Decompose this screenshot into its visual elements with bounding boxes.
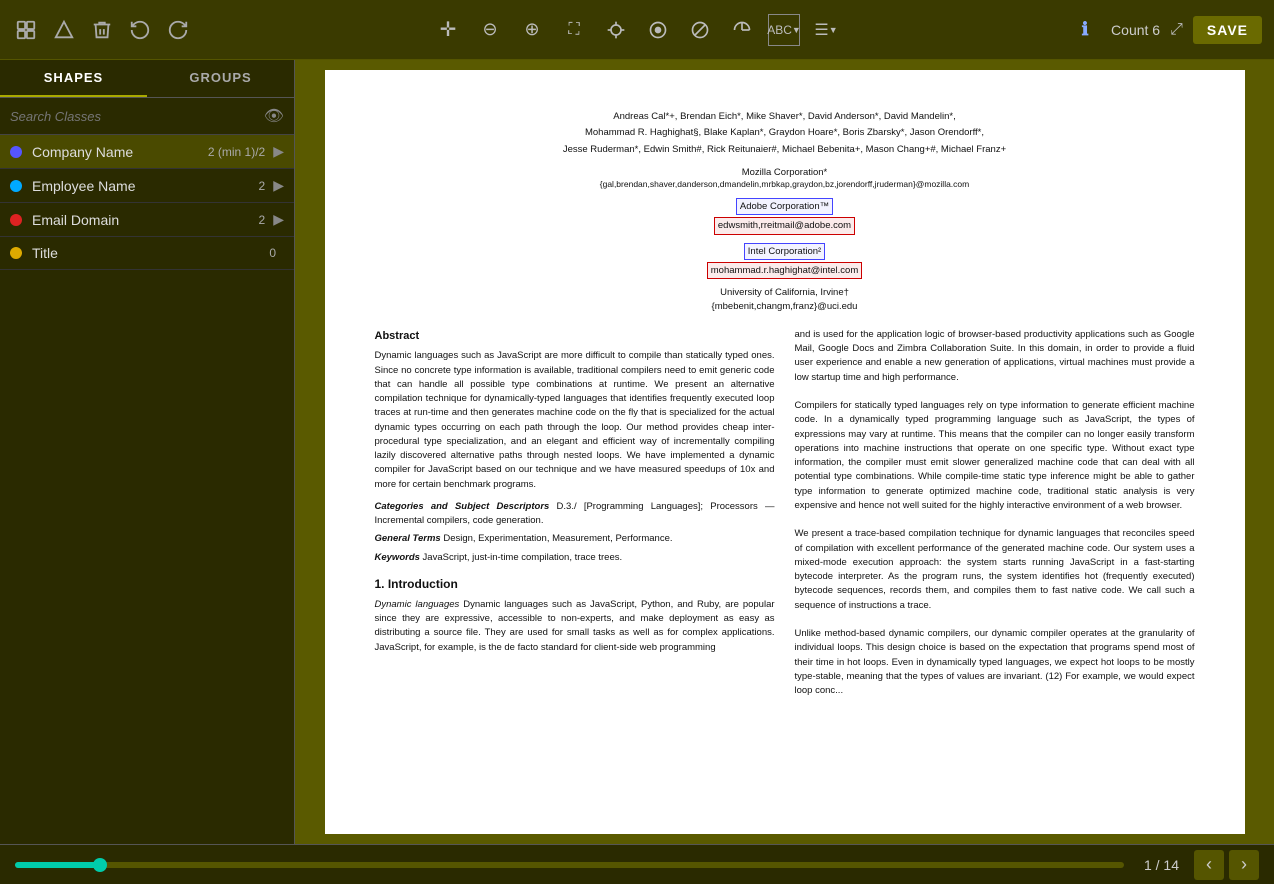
tab-shapes[interactable]: SHAPES bbox=[0, 60, 147, 97]
intro-italic-start: Dynamic languages bbox=[375, 599, 460, 610]
categories-label: Categories and Subject Descriptors bbox=[375, 501, 550, 512]
prev-page-button[interactable]: ‹ bbox=[1194, 850, 1224, 880]
affil-mozilla-email: {gal,brendan,shaver,danderson,dmandelin,… bbox=[375, 179, 1195, 191]
next-page-button[interactable]: › bbox=[1229, 850, 1259, 880]
authors-line3: Jesse Ruderman*, Edwin Smith#, Rick Reit… bbox=[375, 143, 1195, 156]
email-domain-count: 2 bbox=[259, 213, 266, 227]
count-label: Count 6 bbox=[1111, 22, 1160, 38]
toolbar: ✛ ⊖ ⊕ ⛶ bbox=[0, 0, 1274, 60]
crosshair-tool[interactable] bbox=[600, 14, 632, 46]
keywords-label: Keywords bbox=[375, 552, 420, 563]
tab-groups[interactable]: GROUPS bbox=[147, 60, 294, 97]
statusbar: 1 / 14 ‹ › bbox=[0, 844, 1274, 884]
select-tool-icon[interactable] bbox=[12, 16, 40, 44]
right-col: and is used for the application logic of… bbox=[795, 328, 1195, 699]
intro-heading: 1. Introduction bbox=[375, 575, 775, 593]
title-dot bbox=[10, 247, 22, 259]
email-domain-arrow[interactable]: ▶ bbox=[273, 211, 284, 228]
class-item-title[interactable]: Title 0 bbox=[0, 237, 294, 270]
email-domain-dot bbox=[10, 214, 22, 226]
company-name-label: Company Name bbox=[32, 144, 208, 160]
sidebar-tabs: SHAPES GROUPS bbox=[0, 60, 294, 98]
progress-track[interactable] bbox=[15, 862, 1124, 868]
sidebar: SHAPES GROUPS 👁 Company Name 2 (min 1)/2… bbox=[0, 60, 295, 844]
authors-line2: Mohammad R. Haghighat§, Blake Kaplan*, G… bbox=[375, 126, 1195, 139]
authors-block: Andreas Cal*+, Brendan Eich*, Mike Shave… bbox=[375, 110, 1195, 156]
abstract-text: Dynamic languages such as JavaScript are… bbox=[375, 349, 775, 492]
adobe-email: edwsmith,rreitmail@adobe.com bbox=[718, 220, 851, 231]
email-domain-annotation-adobe: edwsmith,rreitmail@adobe.com bbox=[714, 217, 855, 234]
adobe-company-name: Adobe Corporation™ bbox=[740, 201, 829, 212]
save-button[interactable]: SAVE bbox=[1193, 16, 1262, 44]
zoom-out-tool[interactable]: ⊖ bbox=[474, 14, 506, 46]
intel-company-name: Intel Corporation² bbox=[748, 246, 821, 257]
redo-tool-icon[interactable] bbox=[164, 16, 192, 44]
page-info: 1 / 14 bbox=[1144, 857, 1179, 873]
authors-line1: Andreas Cal*+, Brendan Eich*, Mike Shave… bbox=[375, 110, 1195, 123]
affil-uci: University of California, Irvine† {mbebe… bbox=[375, 286, 1195, 313]
two-col-content: Abstract Dynamic languages such as JavaS… bbox=[375, 328, 1195, 699]
delete-tool-icon[interactable] bbox=[88, 16, 116, 44]
intro-text: Dynamic languages Dynamic languages such… bbox=[375, 598, 775, 655]
employee-name-label: Employee Name bbox=[32, 178, 259, 194]
class-item-company-name[interactable]: Company Name 2 (min 1)/2 ▶ bbox=[0, 135, 294, 169]
slash-tool[interactable] bbox=[684, 14, 716, 46]
arc-tool[interactable] bbox=[726, 14, 758, 46]
employee-name-dot bbox=[10, 180, 22, 192]
affil-mozilla: Mozilla Corporation* {gal,brendan,shaver… bbox=[375, 166, 1195, 191]
search-classes-input[interactable] bbox=[10, 109, 264, 124]
company-name-arrow[interactable]: ▶ bbox=[273, 143, 284, 160]
employee-name-count: 2 bbox=[259, 179, 266, 193]
class-item-employee-name[interactable]: Employee Name 2 ▶ bbox=[0, 169, 294, 203]
keywords-line: Keywords JavaScript, just-in-time compil… bbox=[375, 551, 775, 565]
menu-tool[interactable]: ☰▼ bbox=[810, 14, 842, 46]
toolbar-center-tools: ✛ ⊖ ⊕ ⛶ bbox=[432, 14, 842, 46]
circle-tool[interactable] bbox=[642, 14, 674, 46]
count-badge: Count 6 bbox=[1111, 22, 1160, 38]
keywords-value: JavaScript, just-in-time compilation, tr… bbox=[423, 552, 623, 563]
zoom-in-tool[interactable]: ⊕ bbox=[516, 14, 548, 46]
company-name-count: 2 (min 1)/2 bbox=[208, 145, 265, 159]
affil-intel: Intel Corporation² mohammad.r.haghighat@… bbox=[375, 242, 1195, 281]
title-label: Title bbox=[32, 245, 269, 261]
general-terms-label: General Terms bbox=[375, 533, 441, 544]
toolbar-left-tools bbox=[12, 16, 192, 44]
affil-uci-email: {mbebenit,changm,franz}@uci.edu bbox=[375, 300, 1195, 313]
move-tool[interactable]: ✛ bbox=[432, 14, 464, 46]
company-name-annotation-intel: Intel Corporation² bbox=[744, 243, 825, 260]
left-col: Abstract Dynamic languages such as JavaS… bbox=[375, 328, 775, 699]
main-area: SHAPES GROUPS 👁 Company Name 2 (min 1)/2… bbox=[0, 60, 1274, 844]
eye-icon[interactable]: 👁 bbox=[264, 106, 284, 126]
info-icon[interactable]: ℹ bbox=[1069, 14, 1101, 46]
general-terms-line: General Terms Design, Experimentation, M… bbox=[375, 532, 775, 546]
class-item-email-domain[interactable]: Email Domain 2 ▶ bbox=[0, 203, 294, 237]
text-tool[interactable]: ABC ▼ bbox=[768, 14, 800, 46]
undo-tool-icon[interactable] bbox=[126, 16, 154, 44]
expand-icon[interactable]: ⤢ bbox=[1170, 21, 1183, 39]
employee-name-arrow[interactable]: ▶ bbox=[273, 177, 284, 194]
affil-adobe: Adobe Corporation™ edwsmith,rreitmail@ad… bbox=[375, 197, 1195, 236]
abstract-heading: Abstract bbox=[375, 328, 775, 345]
general-terms-value: Design, Experimentation, Measurement, Pe… bbox=[443, 533, 672, 544]
company-name-dot bbox=[10, 146, 22, 158]
title-count: 0 bbox=[269, 246, 276, 260]
toolbar-right: ℹ Count 6 ⤢ SAVE bbox=[1069, 14, 1262, 46]
affil-uci-name: University of California, Irvine† bbox=[375, 286, 1195, 299]
intel-email: mohammad.r.haghighat@intel.com bbox=[711, 265, 858, 276]
search-row: 👁 bbox=[0, 98, 294, 135]
fit-page-tool[interactable]: ⛶ bbox=[558, 14, 590, 46]
company-name-annotation-adobe: Adobe Corporation™ bbox=[736, 198, 833, 215]
email-domain-label: Email Domain bbox=[32, 212, 259, 228]
document-paper[interactable]: Andreas Cal*+, Brendan Eich*, Mike Shave… bbox=[325, 70, 1245, 834]
document-viewer[interactable]: Andreas Cal*+, Brendan Eich*, Mike Shave… bbox=[295, 60, 1274, 844]
right-col-text: and is used for the application logic of… bbox=[795, 328, 1195, 699]
progress-fill bbox=[15, 862, 104, 868]
shape-tool-icon[interactable] bbox=[50, 16, 78, 44]
categories-line: Categories and Subject Descriptors D.3./… bbox=[375, 500, 775, 529]
affil-mozilla-name: Mozilla Corporation* bbox=[375, 166, 1195, 179]
email-domain-annotation-intel: mohammad.r.haghighat@intel.com bbox=[707, 262, 862, 279]
progress-thumb[interactable] bbox=[93, 858, 107, 872]
